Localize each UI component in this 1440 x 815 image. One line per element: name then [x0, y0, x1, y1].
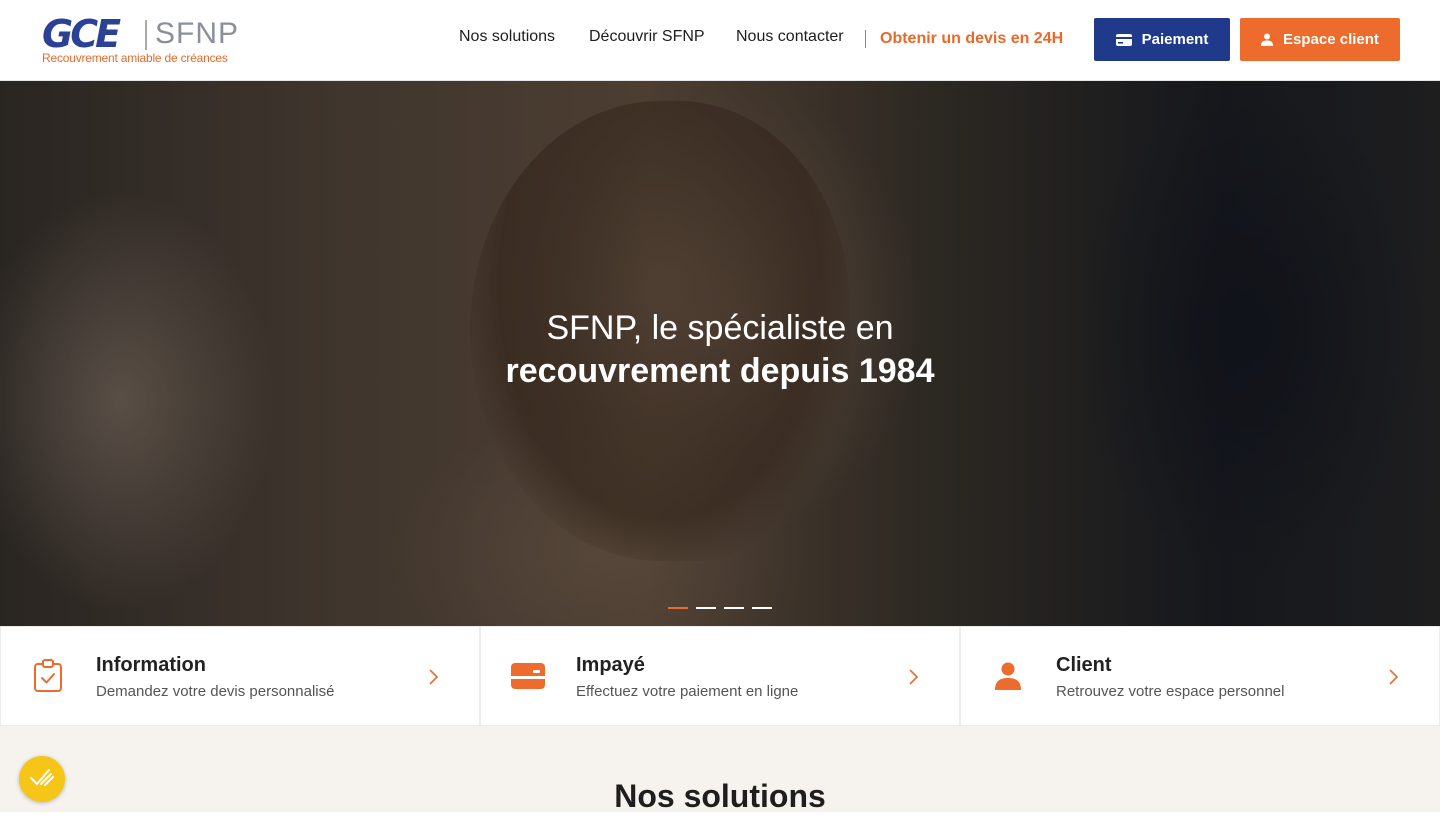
client-area-button[interactable]: Espace client: [1240, 18, 1400, 61]
feature-cards: Information Demandez votre devis personn…: [0, 626, 1440, 726]
credit-card-icon: [511, 659, 545, 693]
slide-indicator[interactable]: [724, 607, 744, 609]
logo-tagline: Recouvrement amiable de créances: [42, 51, 228, 65]
card-unpaid[interactable]: Impayé Effectuez votre paiement en ligne: [480, 626, 960, 726]
chevron-right-icon: [1389, 669, 1399, 690]
logo-name: SFNP: [155, 17, 240, 50]
nav-link-solutions[interactable]: Nos solutions: [459, 28, 555, 46]
card-title: Information: [96, 654, 206, 676]
card-subtitle: Effectuez votre paiement en ligne: [576, 683, 799, 700]
slider-pagination: [668, 607, 772, 609]
payment-button[interactable]: Paiement: [1094, 18, 1230, 61]
slide-indicator[interactable]: [696, 607, 716, 609]
chevron-right-icon: [909, 669, 919, 690]
solutions-section: Nos solutions: [0, 726, 1440, 814]
client-area-button-label: Espace client: [1283, 31, 1379, 48]
hero-banner: SFNP, le spécialiste en recouvrement dep…: [0, 81, 1440, 626]
card-title: Impayé: [576, 654, 645, 676]
card-information[interactable]: Information Demandez votre devis personn…: [0, 626, 480, 726]
site-logo[interactable]: GCE SFNP Recouvrement amiable de créance…: [42, 14, 242, 66]
credit-card-icon: [1115, 33, 1132, 46]
hero-heading: SFNP, le spécialiste en recouvrement dep…: [0, 307, 1440, 393]
slide-indicator[interactable]: [752, 607, 772, 609]
card-subtitle: Retrouvez votre espace personnel: [1056, 683, 1285, 700]
site-header: GCE SFNP Recouvrement amiable de créance…: [0, 0, 1440, 81]
user-icon: [991, 659, 1025, 693]
nav-divider: [865, 30, 866, 48]
checkmark-icon: [29, 766, 55, 793]
nav-link-contact[interactable]: Nous contacter: [736, 28, 844, 46]
card-client[interactable]: Client Retrouvez votre espace personnel: [960, 626, 1440, 726]
user-icon: [1261, 33, 1274, 46]
nav-link-quote[interactable]: Obtenir un devis en 24H: [880, 30, 1063, 48]
nav-link-discover[interactable]: Découvrir SFNP: [589, 28, 705, 46]
hero-heading-line2: recouvrement depuis 1984: [505, 352, 935, 390]
slide-indicator[interactable]: [668, 607, 688, 609]
logo-divider: [145, 20, 147, 50]
cookie-consent-button[interactable]: [19, 756, 65, 802]
section-title: Nos solutions: [614, 778, 826, 814]
chevron-right-icon: [429, 669, 439, 690]
hero-heading-line1: SFNP, le spécialiste en: [546, 309, 894, 347]
clipboard-check-icon: [31, 659, 65, 693]
logo-mark: GCE: [42, 12, 121, 56]
card-title: Client: [1056, 654, 1112, 676]
payment-button-label: Paiement: [1141, 31, 1209, 48]
card-subtitle: Demandez votre devis personnalisé: [96, 683, 335, 700]
